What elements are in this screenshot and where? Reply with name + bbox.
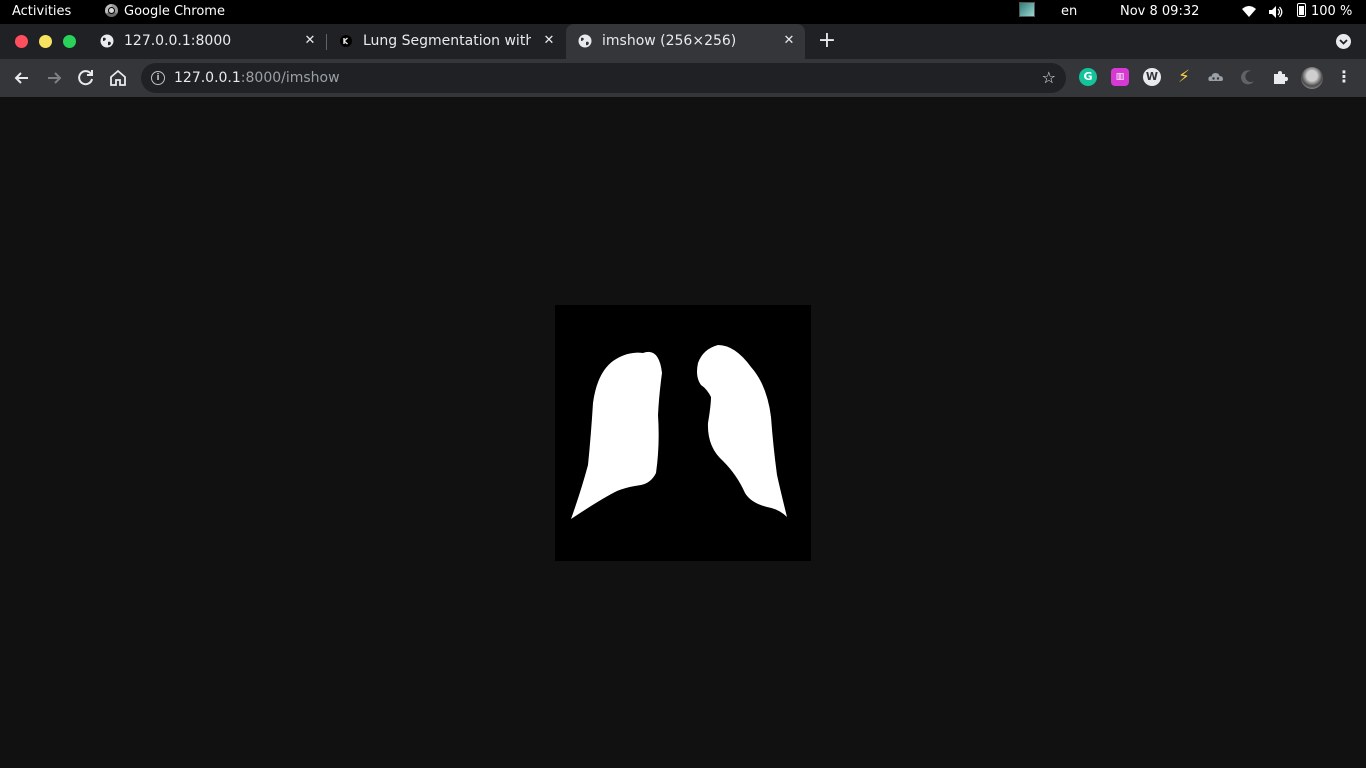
maximize-window-button[interactable]: [63, 35, 76, 48]
chrome-logo-icon: [105, 4, 118, 17]
site-info-icon[interactable]: i: [151, 71, 165, 85]
puzzle-icon[interactable]: [1271, 68, 1289, 86]
forward-arrow-icon: [48, 72, 62, 84]
tray-thumbnail-icon[interactable]: [1019, 0, 1035, 24]
lightning-icon[interactable]: ⚡: [1175, 68, 1193, 86]
app-name: Google Chrome: [124, 4, 225, 19]
segmentation-mask-image: [555, 305, 811, 561]
kaggle-icon: [340, 35, 352, 47]
right-lung-mask: [697, 345, 787, 517]
url-host: 127.0.0.1: [174, 70, 241, 86]
new-tab-button[interactable]: +: [816, 30, 838, 52]
moon-icon[interactable]: [1239, 68, 1257, 86]
system-top-bar: Activities Google Chrome en Nov 8 09:32 …: [0, 0, 1366, 24]
url-text[interactable]: 127.0.0.1:8000/imshow: [174, 63, 340, 93]
tab-title: 127.0.0.1:8000: [124, 33, 232, 49]
extension-icon[interactable]: ▥: [1111, 68, 1129, 86]
avatar[interactable]: [1301, 67, 1323, 89]
home-button[interactable]: [106, 66, 130, 90]
battery-icon: [1297, 3, 1306, 17]
battery-percent: 100 %: [1311, 4, 1353, 19]
tab-search-button[interactable]: [1336, 34, 1351, 49]
wappalyzer-icon[interactable]: W: [1143, 68, 1161, 86]
tab-localhost[interactable]: 127.0.0.1:8000 ✕: [88, 24, 326, 59]
tab-close-icon[interactable]: ✕: [302, 33, 318, 49]
activities-button[interactable]: Activities: [12, 0, 71, 24]
tab-imshow[interactable]: imshow (256×256) ✕: [566, 24, 805, 59]
back-button[interactable]: [10, 66, 34, 90]
tab-close-icon[interactable]: ✕: [781, 33, 797, 49]
forward-button[interactable]: [42, 66, 66, 90]
url-path: :8000/imshow: [240, 70, 340, 86]
tab-title: imshow (256×256): [602, 33, 737, 49]
back-arrow-icon: [14, 72, 28, 84]
language-indicator[interactable]: en: [1061, 0, 1077, 24]
tab-close-icon[interactable]: ✕: [541, 33, 557, 49]
reload-icon: [78, 70, 93, 86]
chevron-down-icon: [1339, 39, 1348, 45]
menu-icon[interactable]: ⋮: [1335, 68, 1353, 86]
minimize-window-button[interactable]: [39, 35, 52, 48]
browser-toolbar: i 127.0.0.1:8000/imshow ☆ G ▥ W ⚡ ⋮: [0, 59, 1366, 97]
globe-icon: [578, 34, 592, 48]
left-lung-mask: [571, 351, 662, 519]
globe-icon: [100, 34, 114, 48]
reload-button[interactable]: [74, 66, 98, 90]
clock[interactable]: Nov 8 09:32: [1120, 0, 1199, 24]
address-bar[interactable]: i 127.0.0.1:8000/imshow ☆: [141, 63, 1066, 93]
home-icon: [110, 69, 126, 86]
close-window-button[interactable]: [15, 35, 28, 48]
grammarly-icon[interactable]: G: [1079, 68, 1097, 86]
tab-lung-segmentation[interactable]: Lung Segmentation with ✕: [327, 24, 565, 59]
cloud-extension-icon[interactable]: [1207, 68, 1225, 86]
bookmark-star-icon[interactable]: ☆: [1042, 63, 1056, 93]
wifi-icon[interactable]: [1241, 0, 1257, 24]
app-menu[interactable]: Google Chrome: [105, 0, 225, 24]
tab-title: Lung Segmentation with: [363, 33, 531, 49]
battery-status[interactable]: 100 %: [1297, 0, 1352, 24]
volume-icon[interactable]: [1268, 0, 1284, 24]
tab-strip: 127.0.0.1:8000 ✕ Lung Segmentation with …: [0, 24, 1366, 59]
